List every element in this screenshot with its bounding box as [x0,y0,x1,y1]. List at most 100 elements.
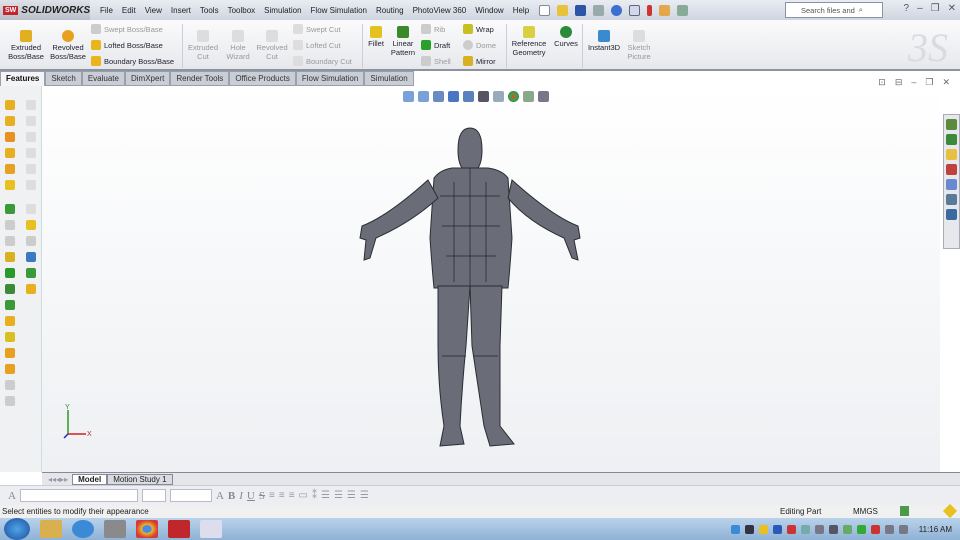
tile-vertical-icon[interactable]: ⊟ [895,77,903,88]
tray-icon[interactable] [745,525,754,534]
tab-sketch[interactable]: Sketch [45,71,81,86]
menu-tools[interactable]: Tools [200,6,219,15]
tray-icon[interactable] [787,525,796,534]
tab-flow-simulation[interactable]: Flow Simulation [296,71,364,86]
hide-show-items-icon[interactable] [493,91,504,102]
signal-icon[interactable] [815,525,824,534]
boundary-cut-button[interactable]: Boundary Cut [293,56,352,66]
feature-icon[interactable] [5,316,15,326]
lofted-boss-button[interactable]: Lofted Boss/Base [91,40,163,50]
search-input[interactable]: Search files and⌕ [785,2,883,18]
menu-help[interactable]: Help [513,6,529,15]
feature-icon[interactable] [5,148,15,158]
close-icon[interactable]: ✕ [948,3,956,14]
draft-button[interactable]: Draft [421,40,450,50]
design-library-icon[interactable] [946,134,957,145]
feature-icon[interactable] [5,180,15,190]
tab-features[interactable]: Features [0,71,45,86]
section-view-icon[interactable] [448,91,459,102]
feature-icon[interactable] [5,164,15,174]
extruded-cut-button[interactable]: Extruded Cut [186,28,220,61]
revolved-boss-button[interactable]: Revolved Boss/Base [48,28,88,61]
sketch-icon[interactable] [26,132,36,142]
bold-button[interactable]: B [228,490,235,502]
feature-icon[interactable] [5,364,15,374]
feature-icon[interactable] [5,268,15,278]
select-icon[interactable] [629,5,640,16]
network-icon[interactable] [885,525,894,534]
save-icon[interactable] [575,5,586,16]
feature-icon[interactable] [5,300,15,310]
view-settings-icon[interactable] [538,91,549,102]
rib-button[interactable]: Rib [421,24,445,34]
tab-dimxpert[interactable]: DimXpert [125,71,170,86]
viewport-restore-icon[interactable]: ❐ [925,77,933,88]
sketch-icon[interactable] [26,236,36,246]
feature-icon[interactable] [5,100,15,110]
feature-icon[interactable] [5,396,15,406]
menu-routing[interactable]: Routing [376,6,404,15]
linear-pattern-button[interactable]: Linear Pattern [389,24,417,57]
tray-icon[interactable] [829,525,838,534]
feature-icon[interactable] [5,132,15,142]
sketch-icon[interactable] [26,116,36,126]
underline-button[interactable]: U [247,490,255,502]
sketch-icon[interactable] [26,252,36,262]
rebuild-icon[interactable] [647,5,652,16]
font-height-input[interactable] [170,489,212,502]
zoom-to-fit-icon[interactable] [403,91,414,102]
feature-icon[interactable] [5,284,15,294]
help-icon[interactable]: ? [904,3,910,14]
font-icon[interactable]: A [216,490,224,502]
sketch-icon[interactable] [26,284,36,294]
tab-office-products[interactable]: Office Products [229,71,296,86]
zoom-to-area-icon[interactable] [418,91,429,102]
feature-icon[interactable] [5,204,15,214]
app-taskbar-icon[interactable] [200,520,222,538]
menu-file[interactable]: File [100,6,113,15]
feature-icon[interactable] [5,332,15,342]
appearances-icon[interactable] [946,179,957,190]
lofted-cut-button[interactable]: Lofted Cut [293,40,341,50]
align-center-icon[interactable]: ≡ [279,490,285,501]
open-icon[interactable] [557,5,568,16]
clock[interactable]: 11:16 AM [919,525,952,534]
swept-boss-button[interactable]: Swept Boss/Base [91,24,163,34]
swept-cut-button[interactable]: Swept Cut [293,24,341,34]
menu-insert[interactable]: Insert [171,6,191,15]
new-document-icon[interactable] [539,5,550,16]
menu-toolbox[interactable]: Toolbox [228,6,256,15]
tab-model[interactable]: Model [72,474,107,485]
chrome-taskbar-icon[interactable] [136,520,158,538]
menu-window[interactable]: Window [475,6,503,15]
tile-icon[interactable]: ⊡ [878,77,886,88]
bullets-icon[interactable]: ☰ [321,490,330,501]
options-icon[interactable] [677,5,688,16]
fillet-button[interactable]: Fillet [366,24,386,48]
sketch-picture-button[interactable]: Sketch Picture [625,28,653,61]
graphics-area[interactable]: Y X [42,86,940,472]
volume-icon[interactable] [899,525,908,534]
file-explorer-icon[interactable] [946,149,957,160]
solidworks-logo[interactable]: SWSOLIDWORKS [0,0,90,20]
shell-button[interactable]: Shell [421,56,451,66]
rebuild-status-icon[interactable] [943,504,957,518]
sketch-icon[interactable] [26,180,36,190]
file-explorer-taskbar-icon[interactable] [40,520,62,538]
tray-icon[interactable] [843,525,852,534]
menu-flow-simulation[interactable]: Flow Simulation [311,6,367,15]
view-palette-icon[interactable] [946,164,957,175]
custom-properties-icon[interactable] [946,194,957,205]
sketch-icon[interactable] [26,204,36,214]
menu-view[interactable]: View [145,6,162,15]
hole-wizard-button[interactable]: Hole Wizard [224,28,252,61]
indent-icon[interactable]: ☰ [347,490,356,501]
menu-simulation[interactable]: Simulation [264,6,301,15]
tab-evaluate[interactable]: Evaluate [82,71,125,86]
feature-icon[interactable] [5,348,15,358]
sketch-icon[interactable] [26,100,36,110]
view-orientation-icon[interactable] [463,91,474,102]
tab-motion-study-1[interactable]: Motion Study 1 [107,474,172,485]
feature-icon[interactable] [5,380,15,390]
dome-button[interactable]: Dome [463,40,496,50]
